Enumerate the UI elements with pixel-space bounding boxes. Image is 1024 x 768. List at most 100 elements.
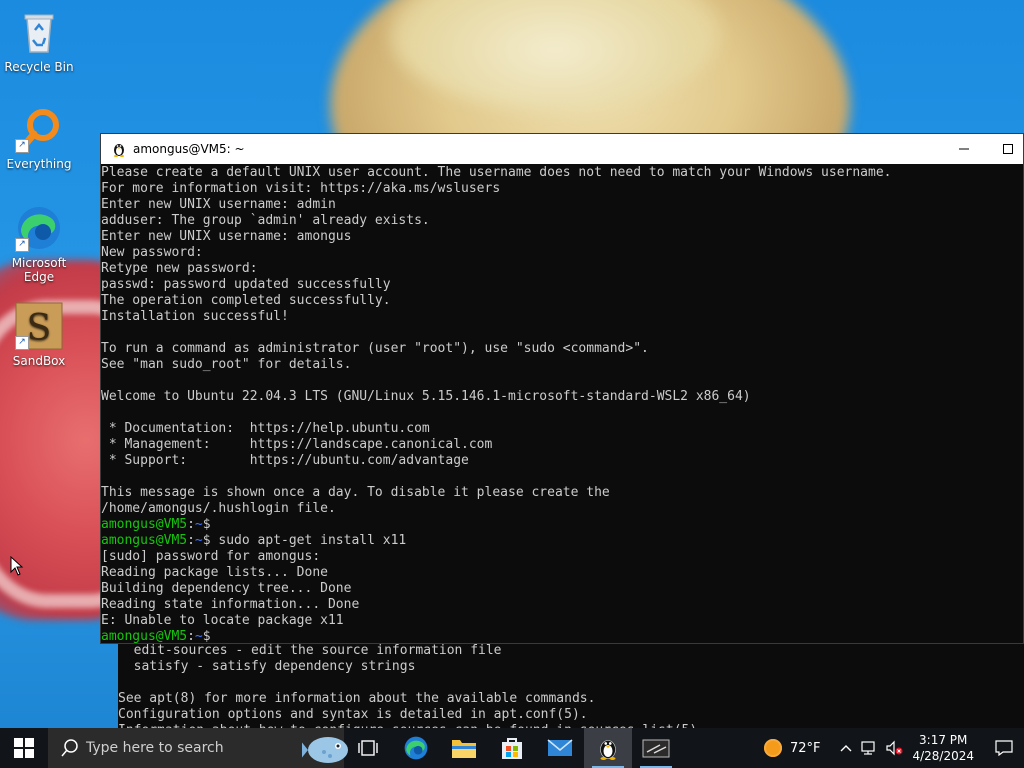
background-terminal-window[interactable]: edit-sources - edit the source informati… — [118, 640, 1024, 728]
desktop-icon-label: Microsoft Edge — [11, 256, 67, 284]
minimize-icon — [959, 148, 969, 150]
clock-time: 3:17 PM — [919, 733, 968, 747]
terminal-text: Enter new UNIX username: amongus — [101, 229, 352, 244]
network-button[interactable] — [858, 728, 882, 768]
start-button[interactable] — [0, 728, 48, 768]
terminal-line: [sudo] password for amongus: — [101, 549, 1023, 565]
desktop-icon-label: Everything — [6, 157, 72, 171]
tux-penguin-icon — [114, 144, 124, 157]
terminal-line: * Support: https://ubuntu.com/advantage — [101, 453, 1023, 469]
terminal-text: This message is shown once a day. To dis… — [101, 485, 610, 500]
taskbar-microsoft-store[interactable] — [488, 728, 536, 768]
minimize-button[interactable] — [941, 134, 987, 164]
prompt-path: ~ — [194, 629, 203, 644]
desktop-icon-microsoft-edge[interactable]: ↗ Microsoft Edge — [2, 204, 76, 284]
search-placeholder: Type here to search — [86, 740, 224, 756]
desktop-icon-sandbox[interactable]: S ↗ SandBox — [2, 302, 76, 368]
terminal-text: Installation successful! — [101, 309, 289, 324]
taskbar-file-explorer[interactable] — [440, 728, 488, 768]
terminal-text: The operation completed successfully. — [101, 293, 391, 308]
edge-icon: ↗ — [15, 204, 63, 252]
terminal-line: Installation successful! — [101, 309, 1023, 325]
window-title: amongus@VM5: ~ — [133, 142, 245, 156]
terminal-output[interactable]: Please create a default UNIX user accoun… — [101, 164, 1023, 645]
weather-widget[interactable]: 72°F — [763, 739, 821, 757]
terminal-window[interactable]: amongus@VM5: ~ Please create a default U… — [100, 133, 1024, 644]
folder-icon — [452, 740, 476, 758]
prompt-path: ~ — [194, 517, 203, 532]
clock-date: 4/28/2024 — [912, 749, 974, 763]
terminal-line: Reading package lists... Done — [101, 565, 1023, 581]
terminal-line: Welcome to Ubuntu 22.04.3 LTS (GNU/Linux… — [101, 389, 1023, 405]
show-hidden-icons-button[interactable] — [834, 728, 858, 768]
search-box[interactable]: Type here to search — [48, 728, 348, 768]
sandbox-icon: S ↗ — [15, 302, 63, 350]
sun-weather-icon — [763, 739, 782, 757]
task-view-button[interactable] — [344, 728, 392, 768]
terminal-text: E: Unable to locate package x11 — [101, 613, 344, 628]
shortcut-arrow-icon: ↗ — [15, 139, 29, 153]
terminal-text: sudo apt-get install x11 — [210, 533, 407, 548]
terminal-line: Enter new UNIX username: amongus — [101, 229, 1023, 245]
terminal-text: adduser: The group `admin' already exist… — [101, 213, 430, 228]
task-view-icon — [358, 740, 378, 756]
clock[interactable]: 3:17 PM 4/28/2024 — [912, 732, 974, 764]
terminal-line: adduser: The group `admin' already exist… — [101, 213, 1023, 229]
maximize-button[interactable] — [985, 134, 1024, 164]
edge-icon — [404, 736, 428, 760]
desktop-icon-label: Recycle Bin — [4, 60, 74, 74]
terminal-text: Building dependency tree... Done — [101, 581, 352, 596]
terminal-line: * Documentation: https://help.ubuntu.com — [101, 421, 1023, 437]
desktop-icon-everything[interactable]: ↗ Everything — [2, 105, 76, 171]
terminal-line: * Management: https://landscape.canonica… — [101, 437, 1023, 453]
prompt-path: ~ — [194, 533, 203, 548]
background-terminal-output: edit-sources - edit the source informati… — [118, 643, 705, 728]
terminal-line: To run a command as administrator (user … — [101, 341, 1023, 357]
terminal-text: For more information visit: https://aka.… — [101, 181, 501, 196]
terminal-prompt-line: amongus@VM5:~$ sudo apt-get install x11 — [101, 533, 1023, 549]
terminal-text: Please create a default UNIX user accoun… — [101, 165, 892, 180]
terminal-text: To run a command as administrator (user … — [101, 341, 649, 356]
volume-muted-icon — [886, 740, 903, 756]
terminal-text: * Support: https://ubuntu.com/advantage — [101, 453, 469, 468]
terminal-text: /home/amongus/.hushlogin file. — [101, 501, 336, 516]
terminal-line: Building dependency tree... Done — [101, 581, 1023, 597]
shortcut-arrow-icon: ↗ — [15, 238, 29, 252]
taskbar-mail[interactable] — [536, 728, 584, 768]
prompt-user: amongus@VM5 — [101, 629, 188, 644]
store-bag-icon — [502, 738, 522, 759]
prompt-user: amongus@VM5 — [101, 517, 188, 532]
svg-text:S: S — [27, 308, 52, 349]
terminal-line: Reading state information... Done — [101, 597, 1023, 613]
volume-button[interactable] — [882, 728, 906, 768]
desktop-icon-recycle-bin[interactable]: Recycle Bin — [2, 8, 76, 74]
terminal-text: * Management: https://landscape.canonica… — [101, 437, 493, 452]
taskbar-ubuntu-terminal[interactable] — [584, 728, 632, 768]
terminal-app-icon — [642, 739, 670, 758]
terminal-line: For more information visit: https://aka.… — [101, 181, 1023, 197]
terminal-line: /home/amongus/.hushlogin file. — [101, 501, 1023, 517]
terminal-text: See "man sudo_root" for details. — [101, 357, 352, 372]
mouse-pointer-icon — [10, 556, 24, 576]
tux-penguin-icon — [600, 740, 616, 760]
taskbar-edge[interactable] — [392, 728, 440, 768]
prompt-separator: : — [187, 533, 195, 548]
network-icon — [861, 741, 876, 755]
shortcut-arrow-icon: ↗ — [15, 336, 29, 350]
prompt-symbol: $ — [202, 517, 211, 532]
search-icon — [61, 739, 78, 757]
title-bar[interactable]: amongus@VM5: ~ — [101, 134, 1023, 164]
terminal-text: New password: — [101, 245, 203, 260]
desktop-icon-label: SandBox — [12, 354, 66, 368]
taskbar-terminal-window[interactable] — [632, 728, 680, 768]
terminal-line: E: Unable to locate package x11 — [101, 613, 1023, 629]
recycle-bin-icon — [15, 8, 63, 56]
notification-center-button[interactable] — [984, 728, 1024, 768]
maximize-icon — [1003, 144, 1013, 154]
weather-temperature: 72°F — [789, 740, 821, 756]
terminal-line: This message is shown once a day. To dis… — [101, 485, 1023, 501]
taskbar: Type here to search 72°F 3:17 PM 4/28/20… — [0, 728, 1024, 768]
